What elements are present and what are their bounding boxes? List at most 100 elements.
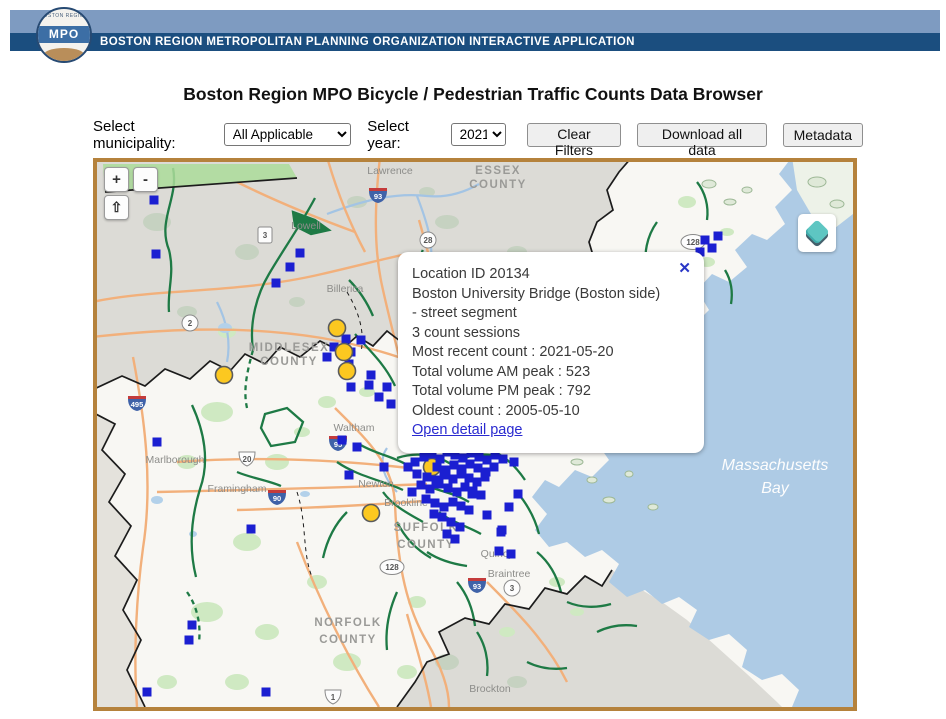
home-extent-button[interactable]: ⇧ (104, 195, 129, 220)
selected-location-marker[interactable] (363, 505, 380, 522)
count-location-marker[interactable] (449, 498, 458, 507)
count-location-marker[interactable] (457, 502, 466, 511)
count-location-marker[interactable] (383, 383, 392, 392)
count-location-marker[interactable] (443, 530, 452, 539)
count-location-marker[interactable] (353, 443, 362, 452)
count-location-marker[interactable] (714, 232, 723, 241)
count-location-marker[interactable] (347, 383, 356, 392)
count-location-marker[interactable] (708, 244, 717, 253)
count-location-marker[interactable] (286, 263, 295, 272)
count-location-marker[interactable] (152, 250, 161, 259)
count-location-marker[interactable] (474, 464, 483, 473)
count-location-marker[interactable] (431, 499, 440, 508)
count-location-marker[interactable] (465, 506, 474, 515)
count-location-marker[interactable] (433, 463, 442, 472)
popup-description-line1: Boston University Bridge (Boston side) (412, 285, 690, 305)
count-location-marker[interactable] (357, 336, 366, 345)
count-location-marker[interactable] (365, 381, 374, 390)
svg-text:128: 128 (385, 563, 399, 572)
count-location-marker[interactable] (422, 495, 431, 504)
count-location-marker[interactable] (450, 461, 459, 470)
count-location-marker[interactable] (481, 473, 490, 482)
municipality-select[interactable]: All Applicable (224, 123, 352, 146)
count-location-marker[interactable] (447, 518, 456, 527)
count-location-marker[interactable] (380, 463, 389, 472)
count-location-marker[interactable] (413, 470, 422, 479)
metadata-button[interactable]: Metadata (783, 123, 863, 147)
count-location-marker[interactable] (185, 636, 194, 645)
count-location-marker[interactable] (510, 458, 519, 467)
count-location-marker[interactable] (440, 503, 449, 512)
count-location-marker[interactable] (426, 485, 435, 494)
popup-sessions: 3 count sessions (412, 324, 690, 344)
count-location-marker[interactable] (468, 490, 477, 499)
count-location-marker[interactable] (417, 481, 426, 490)
year-select[interactable]: 2021 (451, 123, 506, 146)
count-location-marker[interactable] (444, 484, 453, 493)
count-location-marker[interactable] (272, 279, 281, 288)
popup-oldest: Oldest count : 2005-05-10 (412, 402, 690, 422)
count-location-marker[interactable] (505, 503, 514, 512)
count-location-marker[interactable] (507, 550, 516, 559)
count-location-marker[interactable] (420, 453, 429, 462)
zoom-in-button[interactable]: + (104, 167, 129, 192)
count-location-marker[interactable] (150, 196, 159, 205)
map-label: Brockton (469, 683, 511, 695)
count-location-marker[interactable] (449, 475, 458, 484)
map[interactable]: LawrenceLowellBillericaESSEXCOUNTYMIDDLE… (97, 162, 853, 707)
count-location-marker[interactable] (451, 535, 460, 544)
popup-close-icon[interactable]: ✕ (678, 259, 691, 279)
count-location-marker[interactable] (490, 463, 499, 472)
open-detail-page-link[interactable]: Open detail page (412, 422, 522, 438)
zoom-out-button[interactable]: - (133, 167, 158, 192)
count-location-marker[interactable] (323, 353, 332, 362)
count-location-marker[interactable] (367, 371, 376, 380)
count-location-marker[interactable] (247, 525, 256, 534)
count-location-marker[interactable] (477, 491, 486, 500)
count-location-marker[interactable] (153, 438, 162, 447)
count-location-marker[interactable] (430, 510, 439, 519)
filter-toolbar: Select municipality: All Applicable Sele… (93, 122, 863, 147)
count-location-marker[interactable] (457, 470, 466, 479)
map-label: Billerica (327, 283, 364, 295)
count-location-marker[interactable] (345, 471, 354, 480)
basemap-toggle-button[interactable] (798, 214, 836, 252)
count-location-marker[interactable] (387, 400, 396, 409)
selected-location-marker[interactable] (216, 367, 233, 384)
count-location-marker[interactable] (438, 513, 447, 522)
selected-location-marker[interactable] (339, 363, 356, 380)
count-location-marker[interactable] (423, 473, 432, 482)
count-location-marker[interactable] (435, 480, 444, 489)
count-location-marker[interactable] (408, 488, 417, 497)
count-location-marker[interactable] (440, 471, 449, 480)
count-location-marker[interactable] (296, 249, 305, 258)
location-popup: ✕ Location ID 20134 Boston University Br… (398, 252, 704, 453)
count-location-marker[interactable] (495, 547, 504, 556)
count-location-marker[interactable] (338, 436, 347, 445)
count-location-marker[interactable] (404, 463, 413, 472)
count-location-marker[interactable] (456, 523, 465, 532)
selected-location-marker[interactable] (336, 344, 353, 361)
count-location-marker[interactable] (475, 453, 484, 462)
count-location-marker[interactable] (701, 236, 710, 245)
popup-location-id: Location ID 20134 (412, 265, 690, 285)
count-location-marker[interactable] (375, 393, 384, 402)
count-location-marker[interactable] (499, 455, 508, 464)
count-location-marker[interactable] (453, 488, 462, 497)
count-location-marker[interactable] (466, 460, 475, 469)
selected-location-marker[interactable] (329, 320, 346, 337)
download-all-data-button[interactable]: Download all data (637, 123, 766, 147)
count-location-marker[interactable] (342, 335, 351, 344)
count-location-marker[interactable] (465, 474, 474, 483)
count-location-marker[interactable] (473, 478, 482, 487)
popup-am-peak: Total volume AM peak : 523 (412, 363, 690, 383)
map-label: Lowell (291, 220, 321, 232)
count-location-marker[interactable] (514, 490, 523, 499)
count-location-marker[interactable] (483, 511, 492, 520)
count-location-marker[interactable] (497, 528, 506, 537)
count-location-marker[interactable] (143, 688, 152, 697)
count-location-marker[interactable] (188, 621, 197, 630)
count-location-marker[interactable] (262, 688, 271, 697)
clear-filters-button[interactable]: Clear Filters (527, 123, 622, 147)
map-label: Newton (358, 478, 394, 490)
